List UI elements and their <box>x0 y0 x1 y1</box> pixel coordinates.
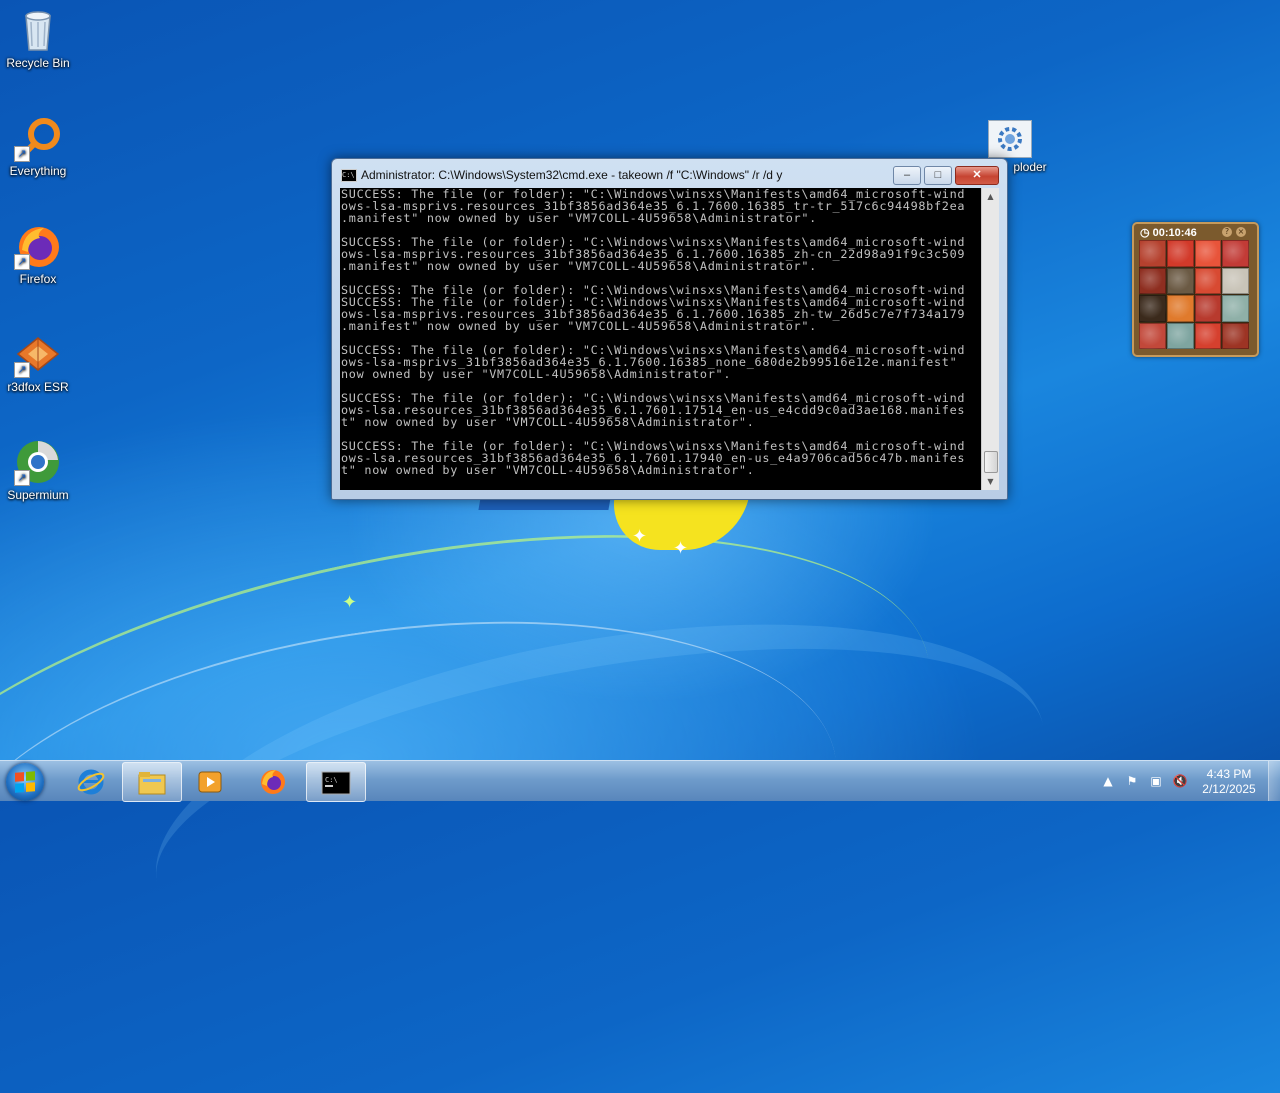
start-button[interactable] <box>6 763 44 801</box>
r3dfox-icon: ↗ <box>14 330 62 378</box>
desktop-icon-everything[interactable]: ↗ Everything <box>0 114 76 178</box>
clock-date: 2/12/2025 <box>1202 782 1256 796</box>
close-icon[interactable]: × <box>1236 227 1246 237</box>
gadget-timer: ◷ 00:10:46 <box>1140 227 1197 239</box>
wallpaper-swoosh <box>128 564 1072 1044</box>
desktop-icon-label: r3dfox ESR <box>7 380 69 394</box>
desktop-icon-firefox[interactable]: ↗ Firefox <box>0 222 76 286</box>
puzzle-tile[interactable] <box>1194 322 1222 349</box>
puzzle-tile[interactable] <box>1139 322 1166 349</box>
taskbar-item-media-player[interactable] <box>182 762 240 800</box>
puzzle-tile[interactable] <box>1139 267 1166 294</box>
window-title: Administrator: C:\Windows\System32\cmd.e… <box>361 168 783 182</box>
clock-time: 4:43 PM <box>1206 767 1252 781</box>
desktop-icon-label: Supermium <box>7 488 69 502</box>
cmd-window[interactable]: C:\ Administrator: C:\Windows\System32\c… <box>331 158 1008 500</box>
scroll-up-arrow-icon[interactable]: ▲ <box>982 188 999 205</box>
gear-settings-icon <box>988 120 1032 158</box>
shortcut-arrow-icon: ↗ <box>14 470 30 486</box>
window-titlebar[interactable]: C:\ Administrator: C:\Windows\System32\c… <box>332 159 1007 187</box>
taskbar-item-command-prompt[interactable]: C:\ <box>306 762 366 802</box>
shortcut-arrow-icon: ↗ <box>14 254 30 270</box>
cmd-icon: C:\ <box>341 169 357 182</box>
shortcut-arrow-icon: ↗ <box>14 362 30 378</box>
puzzle-tile[interactable] <box>1222 295 1249 322</box>
puzzle-tile[interactable] <box>1194 295 1222 322</box>
action-center-flag-icon[interactable]: ⚑ <box>1124 773 1140 789</box>
desktop-icon-label: Everything <box>9 164 67 178</box>
media-player-icon <box>196 768 226 794</box>
supermium-icon: ↗ <box>14 438 62 486</box>
wallpaper-sparkle: ✦ <box>632 526 648 547</box>
shortcut-arrow-icon: ↗ <box>14 146 30 162</box>
minimize-button[interactable]: – <box>893 166 921 185</box>
wallpaper-sparkle: ✦ <box>673 538 689 559</box>
puzzle-tile[interactable] <box>1166 322 1194 349</box>
puzzle-tile[interactable] <box>1222 240 1249 267</box>
puzzle-tile[interactable] <box>1222 322 1249 349</box>
svg-text:C:\: C:\ <box>325 776 338 784</box>
desktop-icon-recycle-bin[interactable]: Recycle Bin <box>0 6 76 70</box>
internet-explorer-icon <box>76 768 106 795</box>
network-icon[interactable]: ▣ <box>1148 773 1164 789</box>
puzzle-tile[interactable] <box>1166 240 1194 267</box>
cmd-icon: C:\ <box>321 769 351 795</box>
picture-puzzle-gadget[interactable]: ◷ 00:10:46 ? × <box>1132 222 1259 357</box>
firefox-icon: ↗ <box>14 222 62 270</box>
desktop-icon-label: Firefox <box>19 272 57 286</box>
puzzle-tile[interactable] <box>1194 267 1222 294</box>
taskbar-item-file-explorer[interactable] <box>122 762 182 802</box>
close-button[interactable]: ✕ <box>955 166 999 185</box>
scrollbar-thumb[interactable] <box>984 451 998 473</box>
puzzle-tile[interactable] <box>1139 295 1166 322</box>
volume-muted-icon[interactable]: 🔇 <box>1172 773 1188 789</box>
taskbar: C:\ ▲ ⚑ ▣ 🔇 4:43 PM 2/12/2025 <box>0 760 1280 802</box>
puzzle-tile[interactable] <box>1166 267 1194 294</box>
console-output[interactable]: SUCCESS: The file (or folder): "C:\Windo… <box>340 188 981 490</box>
taskbar-item-internet-explorer[interactable] <box>62 762 120 800</box>
show-hidden-icons-icon[interactable]: ▲ <box>1100 773 1116 789</box>
desktop-icon-label: Recycle Bin <box>6 56 70 70</box>
console-text: SUCCESS: The file (or folder): "C:\Windo… <box>341 188 966 477</box>
wallpaper-sparkle: ✦ <box>342 592 358 613</box>
wallpaper-swoosh <box>0 569 863 1073</box>
firefox-icon <box>258 768 288 794</box>
vertical-scrollbar[interactable]: ▲ ▼ <box>981 188 999 490</box>
taskbar-clock[interactable]: 4:43 PM 2/12/2025 <box>1190 767 1268 797</box>
desktop-icon-supermium[interactable]: ↗ Supermium <box>0 438 76 502</box>
everything-search-icon: ↗ <box>14 114 62 162</box>
scroll-down-arrow-icon[interactable]: ▼ <box>982 473 999 490</box>
puzzle-tile[interactable] <box>1166 295 1194 322</box>
desktop-icon-r3dfox[interactable]: ↗ r3dfox ESR <box>0 330 76 394</box>
maximize-button[interactable]: □ <box>924 166 952 185</box>
puzzle-grid[interactable] <box>1139 240 1249 349</box>
help-icon[interactable]: ? <box>1222 227 1232 237</box>
recycle-bin-icon <box>14 6 62 54</box>
windows-logo-icon <box>15 771 35 793</box>
folder-icon <box>137 769 167 795</box>
puzzle-tile[interactable] <box>1139 240 1166 267</box>
taskbar-item-firefox[interactable] <box>244 762 302 800</box>
puzzle-tile[interactable] <box>1222 267 1249 294</box>
show-desktop-button[interactable] <box>1268 761 1280 801</box>
puzzle-tile[interactable] <box>1194 240 1222 267</box>
